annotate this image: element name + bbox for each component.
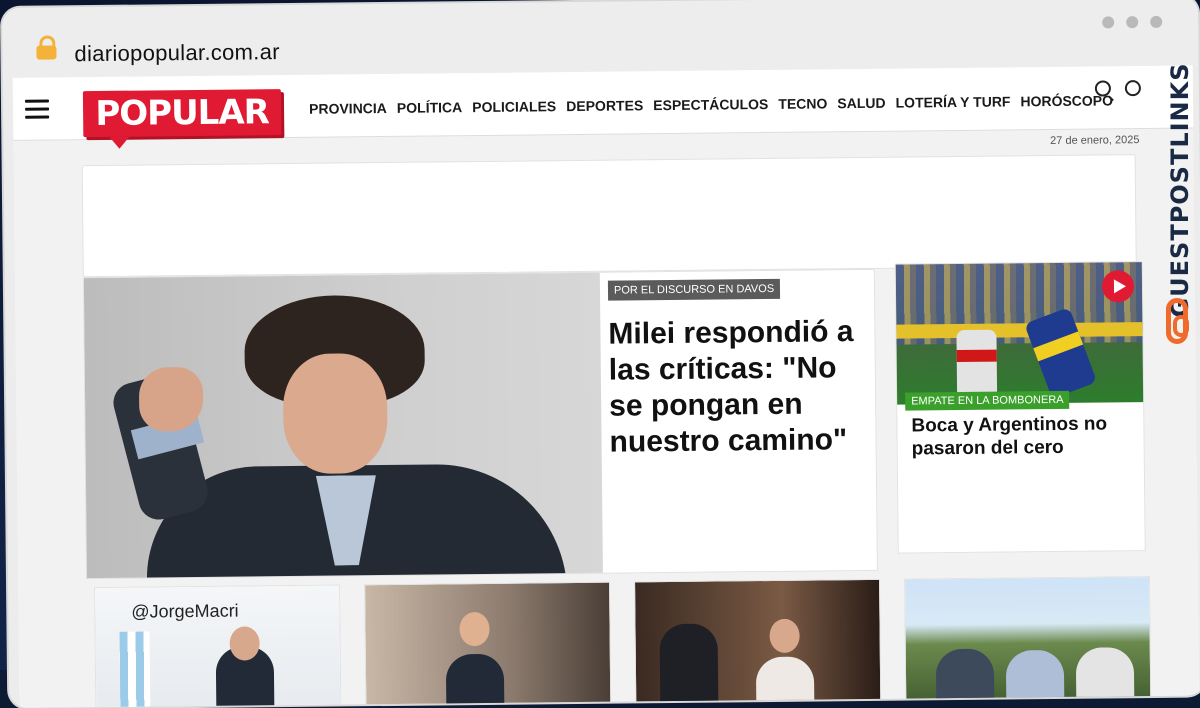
menu-item[interactable]: DEPORTES — [566, 97, 643, 114]
window-dot[interactable] — [1102, 16, 1115, 29]
menu-item[interactable]: PROVINCIA — [309, 100, 387, 117]
side-article[interactable]: EMPATE EN LA BOMBONERA Boca y Argentinos… — [894, 261, 1146, 554]
watermark: GUESTPOSTLINKS — [1158, 58, 1196, 358]
url-text[interactable]: diariopopular.com.ar — [74, 39, 280, 67]
image-head — [769, 618, 800, 653]
browser-window: diariopopular.com.ar POPULAR PROVINCIA P… — [2, 0, 1200, 708]
user-icon[interactable] — [1124, 80, 1141, 97]
card-image[interactable]: @JorgeMacri — [95, 585, 341, 708]
menu-item[interactable]: POLÍTICA — [397, 99, 463, 116]
image-figure — [1005, 649, 1065, 708]
image-figure — [935, 648, 995, 708]
window-controls — [1102, 15, 1163, 29]
news-card[interactable] — [364, 581, 612, 708]
lock-icon — [36, 45, 57, 60]
hero-title[interactable]: Milei respondió a las críticas: "No se p… — [608, 314, 869, 461]
image-figure — [1075, 647, 1135, 708]
window-dot[interactable] — [1150, 15, 1163, 28]
card-image[interactable] — [365, 582, 611, 708]
site-logo[interactable]: POPULAR — [82, 89, 282, 138]
news-card[interactable] — [634, 578, 882, 708]
hero-kicker[interactable]: POR EL DISCURSO EN DAVOS — [607, 278, 781, 301]
window-dot[interactable] — [1126, 16, 1139, 29]
site-header: POPULAR PROVINCIA POLÍTICA POLICIALES DE… — [12, 65, 1194, 141]
image-fist — [138, 366, 204, 432]
watermark-text: GUESTPOSTLINKS — [1166, 62, 1194, 318]
menu-item[interactable]: POLICIALES — [472, 98, 556, 115]
menu-item[interactable]: LOTERÍA Y TURF — [895, 93, 1010, 110]
image-banner — [896, 322, 1143, 339]
card-image[interactable] — [635, 579, 881, 708]
image-face — [282, 352, 388, 475]
image-head — [229, 626, 260, 661]
hero-text: POR EL DISCURSO EN DAVOS Milei respondió… — [607, 278, 870, 461]
main-menu: PROVINCIA POLÍTICA POLICIALES DEPORTES E… — [309, 92, 1113, 116]
card-image[interactable] — [905, 577, 1151, 708]
hamburger-icon[interactable] — [24, 99, 50, 124]
news-card[interactable]: @JorgeMacri — [94, 584, 342, 708]
image-head — [459, 611, 490, 647]
search-icon[interactable] — [1094, 80, 1111, 97]
menu-item[interactable]: ESPECTÁCULOS — [653, 96, 768, 113]
menu-item[interactable]: TECNO — [778, 95, 827, 112]
image-figure — [659, 623, 719, 705]
play-icon[interactable] — [1101, 270, 1135, 303]
hero-image[interactable] — [83, 272, 603, 579]
webpage: POPULAR PROVINCIA POLÍTICA POLICIALES DE… — [12, 65, 1200, 708]
hero-article[interactable]: POR EL DISCURSO EN DAVOS Milei respondió… — [82, 268, 878, 580]
header-actions — [1094, 80, 1141, 97]
side-image[interactable] — [895, 262, 1144, 405]
side-title[interactable]: Boca y Argentinos no pasaron del cero — [911, 412, 1131, 460]
image-figure — [445, 653, 505, 708]
image-player — [956, 329, 998, 401]
news-card[interactable] — [904, 576, 1152, 708]
image-text: @JorgeMacri — [131, 600, 239, 622]
page-date: 27 de enero, 2025 — [1050, 134, 1140, 148]
image-figure — [755, 656, 815, 708]
ad-slot — [81, 154, 1137, 278]
address-bar[interactable]: diariopopular.com.ar — [2, 0, 1199, 78]
side-kicker[interactable]: EMPATE EN LA BOMBONERA — [905, 390, 1070, 411]
menu-item[interactable]: SALUD — [837, 95, 885, 112]
link-icon — [1166, 298, 1189, 344]
